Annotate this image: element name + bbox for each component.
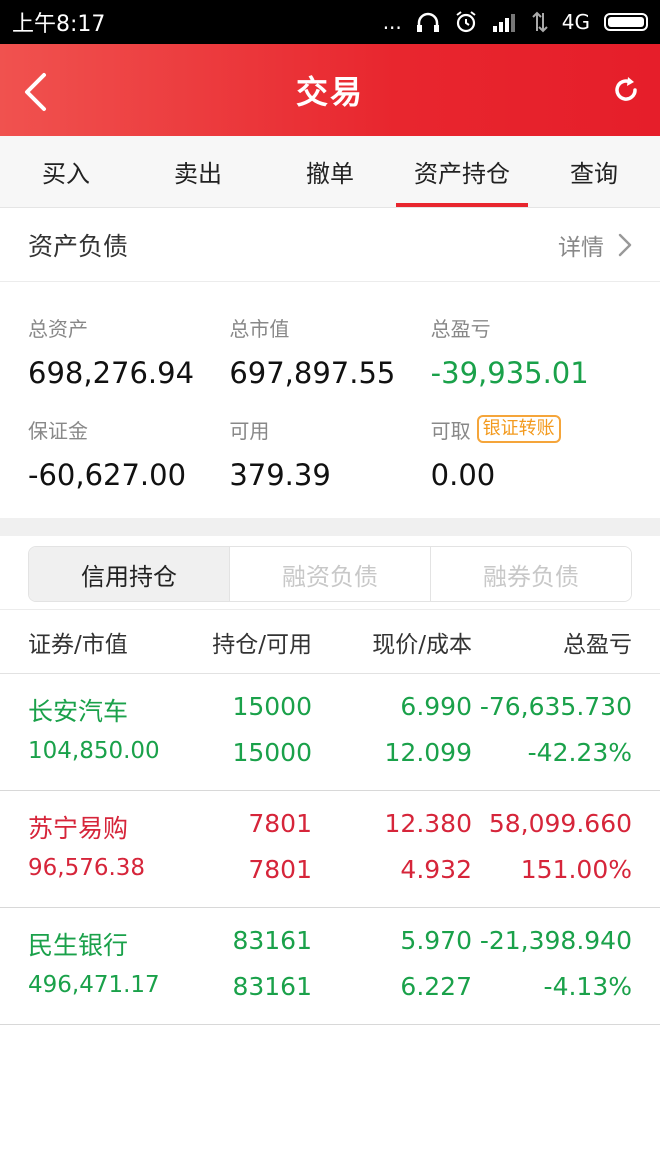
withdrawable-label-row: 可取 银证转账 <box>431 414 632 444</box>
security-market-value: 104,850.00 <box>28 738 160 764</box>
tab-sell[interactable]: 卖出 <box>132 136 264 207</box>
detail-link[interactable]: 详情 <box>558 228 632 262</box>
column-header-pnl: 总盈亏 <box>563 631 632 658</box>
balance-row: 保证金 -60,627.00 可用 379.39 可取 银证转账 0.00 <box>28 414 632 492</box>
security-market-value: 496,471.17 <box>28 972 160 998</box>
pnl-percent: 151.00% <box>520 855 632 884</box>
margin: 保证金 -60,627.00 <box>28 414 229 493</box>
position-qty: 15000 <box>232 692 312 721</box>
total-pnl-label: 总盈亏 <box>430 316 491 341</box>
current-price: 5.970 <box>400 926 472 955</box>
cost-price: 12.099 <box>384 738 472 767</box>
row-line-top: 长安汽车 15000 6.990 -76,635.730 <box>28 692 632 728</box>
column-header-price: 现价/成本 <box>372 631 472 658</box>
detail-link-label: 详情 <box>558 234 604 261</box>
current-price: 12.380 <box>384 809 472 838</box>
chevron-right-icon <box>618 233 632 256</box>
withdrawable-label: 可取 <box>430 418 471 443</box>
tab-query[interactable]: 查询 <box>528 136 660 207</box>
segment-financing-liabilities[interactable]: 融资负债 <box>229 547 430 601</box>
pnl-amount: -21,398.940 <box>479 926 632 955</box>
row-line-bottom: 496,471.17 83161 6.227 -4.13% <box>28 972 632 1001</box>
margin-label: 保证金 <box>28 418 88 443</box>
cost-price: 6.227 <box>400 972 472 1001</box>
row-line-bottom: 96,576.38 7801 4.932 151.00% <box>28 855 632 884</box>
position-segment-wrapper: 信用持仓 融资负债 融券负债 <box>0 536 660 610</box>
available: 可用 379.39 <box>229 414 430 493</box>
column-header-security: 证券/市值 <box>28 631 128 658</box>
margin-value: -60,627.00 <box>28 458 187 492</box>
headphone-icon <box>416 12 439 32</box>
cost-price: 4.932 <box>400 855 472 884</box>
row-line-top: 苏宁易购 7801 12.380 58,099.660 <box>28 809 632 845</box>
signal-icon <box>492 14 515 32</box>
segment-securities-lending-liabilities[interactable]: 融券负债 <box>430 547 631 601</box>
withdrawable-value: 0.00 <box>430 458 496 492</box>
current-price: 6.990 <box>400 692 472 721</box>
available-qty: 7801 <box>248 855 312 884</box>
data-transfer-icon <box>532 11 548 33</box>
bank-transfer-button[interactable]: 银证转账 <box>476 415 561 443</box>
tab-assets-positions[interactable]: 资产持仓 <box>396 136 528 207</box>
network-type: 4G <box>561 10 590 34</box>
table-row[interactable]: 民生银行 83161 5.970 -21,398.940 496,471.17 … <box>0 908 660 1025</box>
app-header: 交易 <box>0 44 660 136</box>
position-qty: 83161 <box>232 926 312 955</box>
balance-summary: 总资产 698,276.94 总市值 697,897.55 总盈亏 -39,93… <box>0 282 660 518</box>
market-value-label: 总市值 <box>229 316 290 341</box>
position-qty: 7801 <box>248 809 312 838</box>
security-name: 民生银行 <box>28 931 129 960</box>
position-segment-control: 信用持仓 融资负债 融券负债 <box>28 546 632 602</box>
total-pnl: 总盈亏 -39,935.01 <box>430 312 632 391</box>
chevron-left-icon[interactable] <box>20 72 54 112</box>
row-line-top: 民生银行 83161 5.970 -21,398.940 <box>28 926 632 962</box>
total-assets: 总资产 698,276.94 <box>28 312 229 391</box>
segment-credit-positions[interactable]: 信用持仓 <box>29 547 229 601</box>
total-pnl-value: -39,935.01 <box>430 356 589 390</box>
table-row[interactable]: 苏宁易购 7801 12.380 58,099.660 96,576.38 78… <box>0 791 660 908</box>
withdrawable: 可取 银证转账 0.00 <box>431 414 632 492</box>
balance-section-title: 资产负债 <box>28 231 129 261</box>
section-divider <box>0 518 660 536</box>
security-market-value: 96,576.38 <box>28 855 146 881</box>
total-assets-label: 总资产 <box>28 316 88 341</box>
security-name: 长安汽车 <box>28 697 129 726</box>
available-value: 379.39 <box>229 458 331 492</box>
total-assets-value: 698,276.94 <box>28 356 195 390</box>
status-time: 上午8:17 <box>12 12 106 37</box>
more-dots-icon: ... <box>382 10 402 34</box>
pnl-percent: -42.23% <box>527 738 632 767</box>
page-title: 交易 <box>295 73 364 111</box>
battery-icon <box>604 13 648 31</box>
pnl-percent: -4.13% <box>543 972 632 1001</box>
positions-table-header: 证券/市值 持仓/可用 现价/成本 总盈亏 <box>0 610 660 674</box>
pnl-amount: 58,099.660 <box>488 809 632 838</box>
status-bar: 上午8:17 ... 4G <box>0 0 660 44</box>
table-row[interactable]: 长安汽车 15000 6.990 -76,635.730 104,850.00 … <box>0 674 660 791</box>
tab-cancel-order[interactable]: 撤单 <box>264 136 396 207</box>
balance-section-header: 资产负债 详情 <box>0 208 660 282</box>
tab-buy[interactable]: 买入 <box>0 136 132 207</box>
security-name: 苏宁易购 <box>28 814 129 843</box>
status-icons: ... 4G <box>383 10 648 34</box>
balance-row: 总资产 698,276.94 总市值 697,897.55 总盈亏 -39,93… <box>28 312 632 391</box>
pnl-amount: -76,635.730 <box>479 692 632 721</box>
available-qty: 15000 <box>232 738 312 767</box>
column-header-position: 持仓/可用 <box>212 631 312 658</box>
alarm-icon <box>456 11 476 33</box>
trade-tabs: 买入 卖出 撤单 资产持仓 查询 <box>0 136 660 208</box>
market-value-value: 697,897.55 <box>229 356 396 390</box>
available-qty: 83161 <box>232 972 312 1001</box>
available-label: 可用 <box>229 418 270 443</box>
row-line-bottom: 104,850.00 15000 12.099 -42.23% <box>28 738 632 767</box>
refresh-icon[interactable] <box>610 74 642 106</box>
market-value: 总市值 697,897.55 <box>229 312 430 391</box>
